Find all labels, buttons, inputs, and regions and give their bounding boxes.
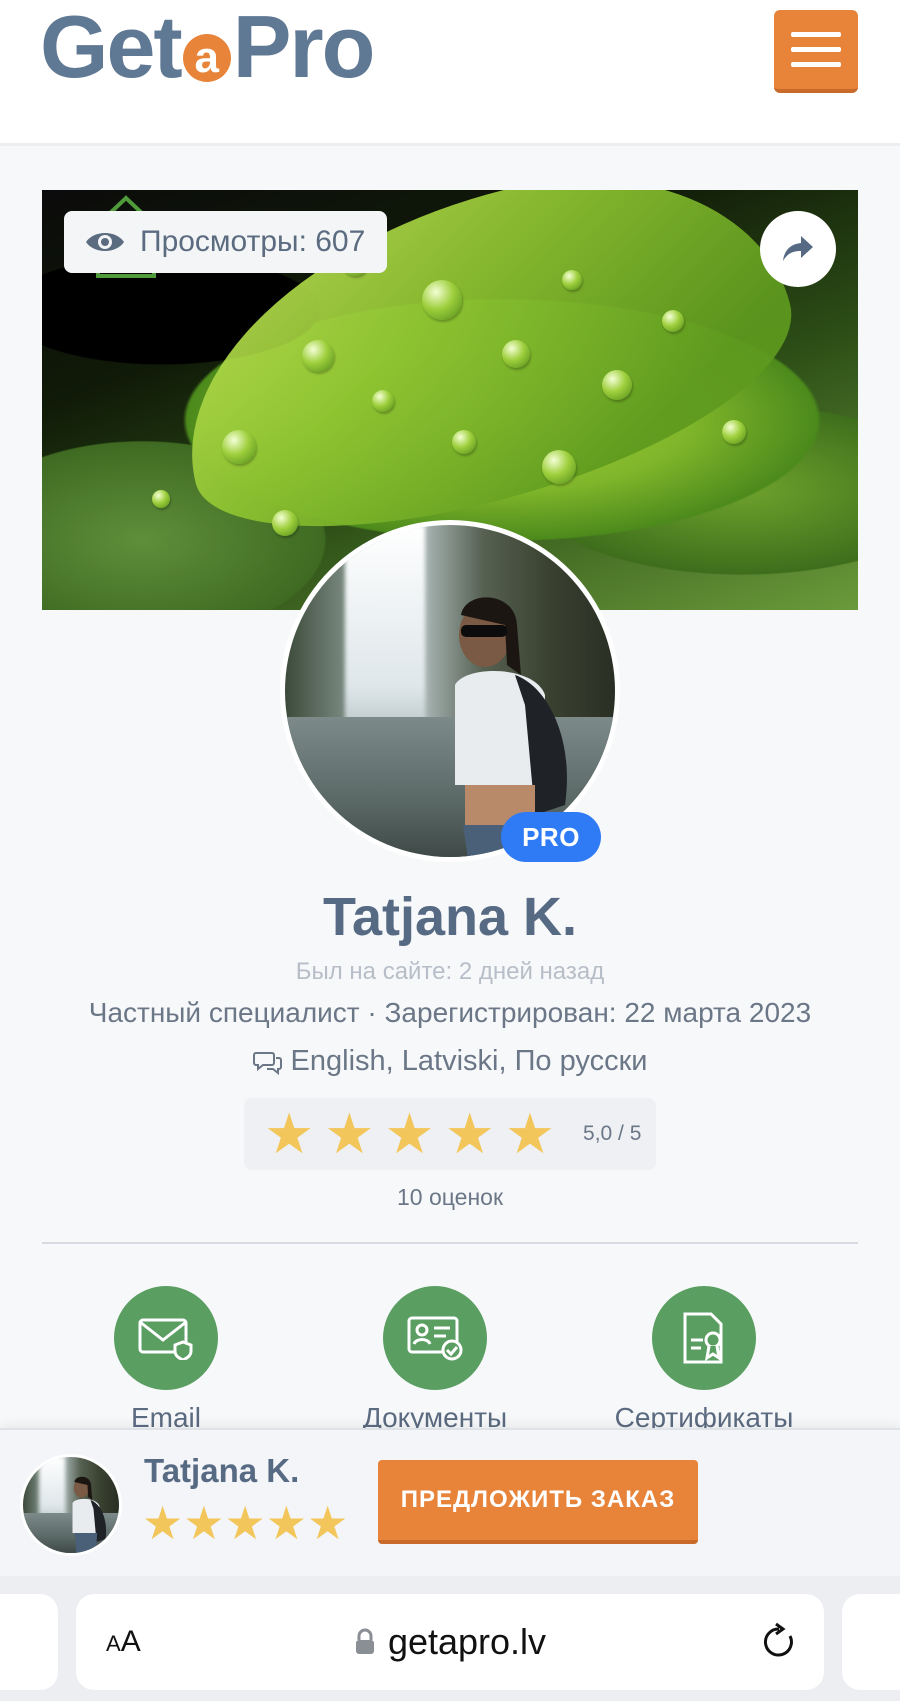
section-divider	[42, 1242, 858, 1244]
water-drop	[372, 390, 394, 412]
hamburger-icon-bar	[791, 32, 841, 37]
chat-bubbles-icon	[252, 1051, 282, 1075]
water-drop	[662, 310, 684, 332]
url-text: getapro.lv	[387, 1621, 547, 1662]
water-drop	[452, 430, 476, 454]
star-icon: ★	[183, 1497, 225, 1549]
star-icon: ★	[384, 1102, 435, 1165]
sticky-name: Tatjana K.	[144, 1452, 300, 1489]
water-drop	[502, 340, 530, 368]
water-drop	[562, 270, 582, 290]
star-icon: ★	[142, 1497, 184, 1549]
water-drop	[542, 450, 576, 484]
profile-page: Get a Pro Просмотры: 607 PRO Tatjana K. …	[0, 0, 900, 1701]
sticky-rating: ★ ★ ★ ★ ★	[142, 1500, 348, 1546]
propose-order-button[interactable]: ПРЕДЛОЖИТЬ ЗАКАЗ	[378, 1460, 698, 1544]
lock-icon	[355, 1628, 374, 1654]
star-icon: ★	[264, 1102, 315, 1165]
certificate-icon	[652, 1286, 756, 1390]
profile-meta: Частный специалист · Зарегистрирован: 22…	[88, 997, 812, 1028]
eye-icon	[86, 233, 124, 251]
pro-badge: PRO	[501, 812, 601, 862]
star-icon: ★	[504, 1102, 556, 1165]
address-bar[interactable]: AA getapro.lv	[76, 1594, 824, 1690]
profile-avatar[interactable]	[280, 520, 620, 862]
logo-text-pro: Pro	[232, 0, 376, 96]
envelope-shield-icon	[114, 1286, 218, 1390]
feature-documents[interactable]: Документы	[315, 1286, 555, 1434]
profile-name: Tatjana K.	[322, 887, 578, 947]
hamburger-icon-bar	[791, 62, 841, 67]
last-seen-text: Был на сайте: 2 дней назад	[295, 958, 605, 985]
logo-a-circle: a	[182, 34, 231, 82]
ratings-count[interactable]: 10 оценок	[0, 1184, 900, 1211]
sticky-avatar[interactable]	[20, 1454, 122, 1556]
feature-certificates[interactable]: Сертификаты	[584, 1286, 824, 1434]
rating-value: 5,0 / 5	[583, 1122, 642, 1145]
url-display: getapro.lv	[76, 1621, 824, 1663]
star-icon: ★	[265, 1497, 307, 1549]
browser-toolbar: AA getapro.lv	[0, 1576, 900, 1701]
rating-box: ★ ★ ★ ★ ★ 5,0 / 5	[244, 1098, 656, 1170]
languages-row: English, Latviski, По русски	[0, 1045, 900, 1078]
water-drop	[302, 340, 334, 372]
hamburger-menu-button[interactable]	[774, 10, 858, 93]
hamburger-icon-bar	[791, 47, 841, 52]
share-arrow-icon	[783, 236, 813, 261]
share-button[interactable]	[760, 211, 836, 287]
water-drop	[602, 370, 632, 400]
person-silhouette	[72, 1476, 107, 1553]
sticky-order-bar: Tatjana K. ★ ★ ★ ★ ★ ПРЕДЛОЖИТЬ ЗАКАЗ	[0, 1428, 900, 1576]
id-card-check-icon	[383, 1286, 487, 1390]
water-drop	[152, 490, 170, 508]
star-icon: ★	[444, 1102, 495, 1165]
reload-icon[interactable]	[760, 1622, 798, 1662]
site-header: Get a Pro	[0, 0, 900, 146]
water-drop	[422, 280, 462, 320]
languages-text: English, Latviski, По русски	[290, 1045, 648, 1077]
views-counter: Просмотры: 607	[64, 211, 388, 273]
water-drop	[722, 420, 746, 444]
water-drop	[272, 510, 298, 536]
water-drop	[222, 430, 256, 464]
getapro-logo[interactable]: Get a Pro	[40, 0, 376, 96]
next-tab-stub[interactable]	[842, 1594, 900, 1690]
feature-email[interactable]: Email	[46, 1286, 286, 1434]
star-icon: ★	[307, 1497, 349, 1549]
avatar-photo	[285, 525, 615, 857]
logo-text-get: Get	[40, 0, 183, 96]
star-icon: ★	[224, 1497, 266, 1549]
previous-tab-stub[interactable]	[0, 1594, 58, 1690]
star-icon: ★	[324, 1102, 375, 1165]
avatar-photo	[23, 1457, 119, 1553]
views-label: Просмотры: 607	[140, 225, 366, 258]
